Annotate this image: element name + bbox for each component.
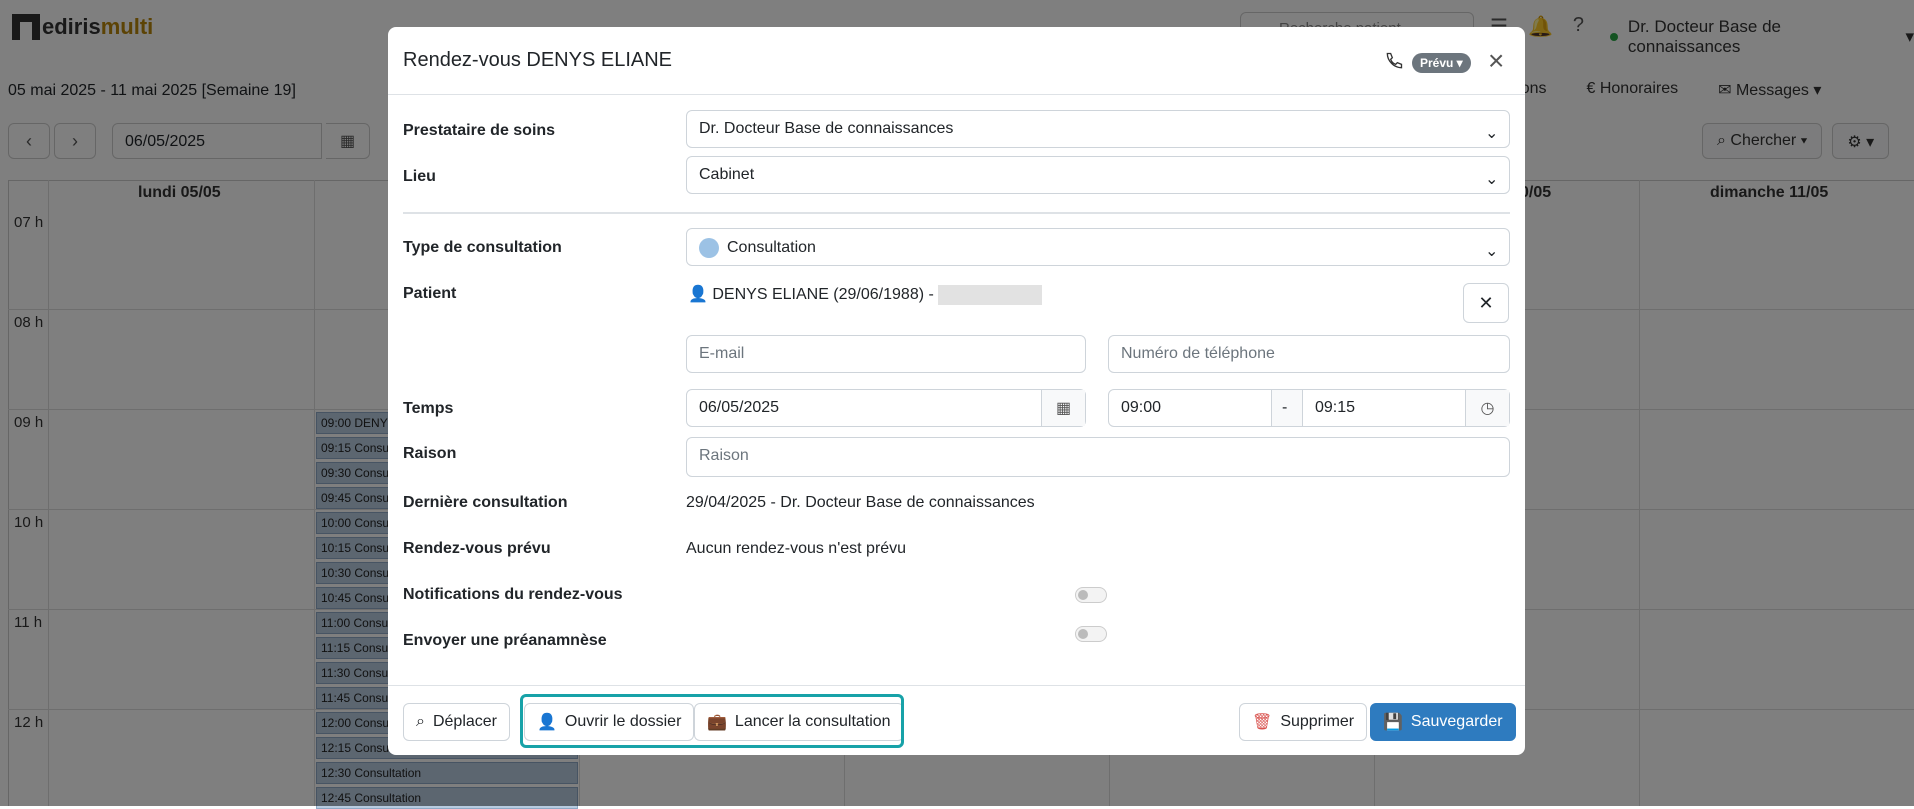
place-select[interactable]: Cabinet ⌄ <box>686 156 1510 194</box>
delete-button[interactable]: 🗑 Supprimer <box>1239 703 1368 741</box>
chevron-down-icon: ⌄ <box>1485 243 1499 260</box>
time-separator: - <box>1271 390 1303 426</box>
date-input-group: 06/05/2025 ▦ <box>686 389 1086 427</box>
anamnesis-toggle[interactable] <box>1075 626 1107 642</box>
status-badge[interactable]: Prévu ▾ <box>1412 53 1471 73</box>
planned-label: Rendez-vous prévu <box>403 540 551 557</box>
search-icon: ⌕ <box>416 713 425 730</box>
user-icon: 👤 <box>688 286 708 303</box>
time-label: Temps <box>403 400 454 417</box>
highlight-box <box>520 694 904 748</box>
trash-icon: 🗑 <box>1252 714 1273 731</box>
consultation-color-icon <box>699 238 719 258</box>
last-consultation-value: 29/04/2025 - Dr. Docteur Base de connais… <box>686 494 1035 511</box>
patient-info: 👤 DENYS ELIANE (29/06/1988) - <box>688 284 1042 305</box>
last-consultation-label: Dernière consultation <box>403 494 568 511</box>
phone-icon[interactable] <box>1384 51 1404 71</box>
clear-patient-button[interactable]: ✕ <box>1463 283 1509 323</box>
save-button[interactable]: 💾 Sauvegarder <box>1370 703 1516 741</box>
anamnesis-label: Envoyer une préanamnèse <box>403 632 607 649</box>
modal-title: Rendez-vous DENYS ELIANE <box>403 49 673 71</box>
place-label: Lieu <box>403 168 436 185</box>
save-icon: 💾 <box>1383 714 1403 731</box>
calendar-icon[interactable]: ▦ <box>1041 390 1085 426</box>
close-icon[interactable]: × <box>1488 47 1504 75</box>
notifications-toggle[interactable] <box>1075 587 1107 603</box>
appointment-modal: Rendez-vous DENYS ELIANE Prévu ▾ × Prest… <box>388 27 1525 755</box>
notifications-label: Notifications du rendez-vous <box>403 586 623 603</box>
phone-field[interactable]: Numéro de téléphone <box>1108 335 1510 373</box>
end-time-input[interactable]: 09:15 <box>1303 390 1465 426</box>
type-select[interactable]: Consultation ⌄ <box>686 228 1510 266</box>
type-label: Type de consultation <box>403 239 562 256</box>
reason-input[interactable]: Raison <box>686 437 1510 477</box>
move-button[interactable]: ⌕ Déplacer <box>403 703 510 741</box>
time-input-group: 09:00 - 09:15 ◷ <box>1108 389 1510 427</box>
reason-label: Raison <box>403 445 457 462</box>
provider-select[interactable]: Dr. Docteur Base de connaissances ⌄ <box>686 110 1510 148</box>
chevron-down-icon: ⌄ <box>1485 171 1499 188</box>
chevron-down-icon: ⌄ <box>1485 125 1499 142</box>
start-time-input[interactable]: 09:00 <box>1109 390 1271 426</box>
appointment-date-input[interactable]: 06/05/2025 <box>687 390 1041 426</box>
calendar-app: edirismulti Recherche patient ☰ 🔔 ? Dr. … <box>0 0 1914 809</box>
section-divider <box>403 212 1510 214</box>
redacted-phone <box>937 284 1042 305</box>
clock-icon[interactable]: ◷ <box>1465 390 1509 426</box>
provider-label: Prestataire de soins <box>403 122 556 139</box>
patient-label: Patient <box>403 285 457 302</box>
email-field[interactable]: E-mail <box>686 335 1086 373</box>
modal-header: Rendez-vous DENYS ELIANE Prévu ▾ × <box>388 27 1525 95</box>
planned-value: Aucun rendez-vous n'est prévu <box>686 540 907 557</box>
